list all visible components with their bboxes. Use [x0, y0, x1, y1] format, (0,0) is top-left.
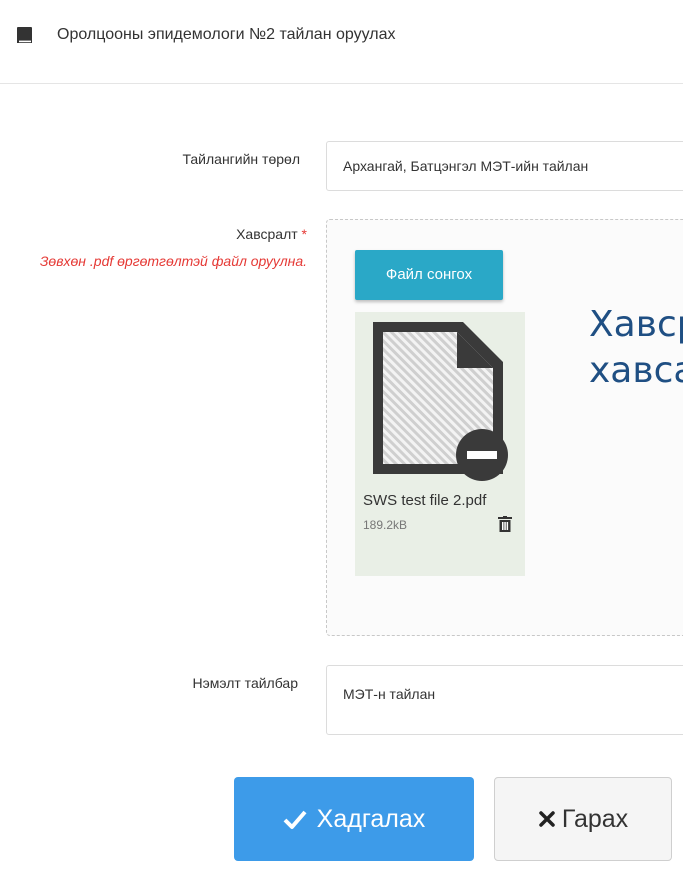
file-preview-card: SWS test file 2.pdf 189.2kB: [355, 312, 525, 576]
dropzone-message: Хавсралт хавсаргах: [589, 302, 683, 394]
dropzone-message-line2: хавсаргах: [589, 350, 683, 391]
close-icon: [539, 811, 555, 827]
trash-icon[interactable]: [498, 516, 512, 532]
attachment-label-text: Хавсралт: [236, 226, 298, 242]
dropzone-message-line1: Хавсралт: [589, 304, 683, 345]
page-title: Оролцооны эпидемологи №2 тайлан оруулах: [57, 26, 396, 43]
save-label: Хадгалах: [316, 804, 426, 833]
note-value: МЭТ-н тайлан: [343, 686, 436, 702]
file-document-icon: [373, 322, 508, 481]
exit-button[interactable]: Гарах: [494, 777, 672, 861]
book-icon: [17, 27, 32, 43]
attachment-hint: Зөвхөн .pdf өргөтгөлтэй файл оруулна.: [39, 253, 307, 269]
exit-label: Гарах: [561, 804, 629, 833]
check-icon: [283, 810, 307, 829]
form-panel: Оролцооны эпидемологи №2 тайлан оруулах …: [0, 0, 683, 735]
required-mark: *: [301, 226, 307, 242]
note-label: Нэмэлт тайлбар: [192, 675, 299, 691]
attachment-label: Хавсралт *: [236, 226, 307, 242]
note-input[interactable]: МЭТ-н тайлан: [326, 665, 683, 735]
file-name: SWS test file 2.pdf: [363, 492, 487, 509]
choose-file-button[interactable]: Файл сонгох: [355, 250, 503, 300]
save-button[interactable]: Хадгалах: [234, 777, 474, 861]
file-size: 189.2kB: [363, 518, 408, 532]
panel-header: Оролцооны эпидемологи №2 тайлан оруулах: [0, 0, 683, 84]
report-type-value: Архангай, Батцэнгэл МЭТ-ийн тайлан: [343, 158, 589, 174]
file-dropzone[interactable]: Файл сонгох SWS test file 2.pdf 189.2kB: [326, 219, 683, 636]
report-type-label: Тайлангийн төрөл: [182, 151, 300, 167]
report-type-select[interactable]: Архангай, Батцэнгэл МЭТ-ийн тайлан: [326, 141, 683, 191]
